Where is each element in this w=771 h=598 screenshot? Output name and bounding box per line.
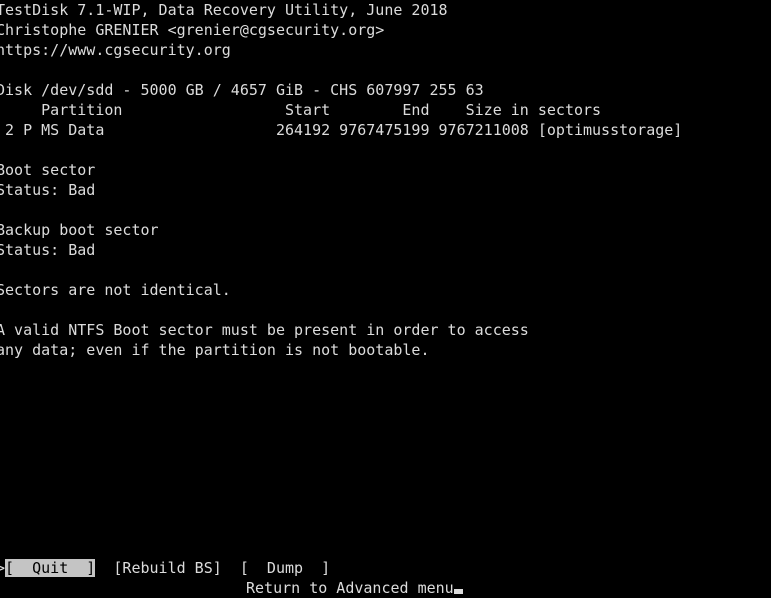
menu-hint-label: Return to Advanced menu	[246, 579, 454, 597]
sectors-comparison-line: Sectors are not identical.	[0, 281, 231, 299]
disk-info-line: Disk /dev/sdd - 5000 GB / 4657 GiB - CHS…	[0, 81, 484, 99]
website-line: https://www.cgsecurity.org	[0, 41, 231, 59]
author-line: Christophe GRENIER <grenier@cgsecurity.o…	[0, 21, 385, 39]
backup-boot-sector-status: Status: Bad	[0, 241, 96, 259]
dump-button[interactable]: [ Dump ]	[240, 559, 330, 577]
boot-sector-status: Status: Bad	[0, 181, 96, 199]
menu-gap-2	[222, 559, 240, 577]
app-title-line: TestDisk 7.1-WIP, Data Recovery Utility,…	[0, 1, 448, 19]
ntfs-warning-line-1: A valid NTFS Boot sector must be present…	[0, 321, 529, 339]
menu-bar: >[ Quit ] [Rebuild BS] [ Dump ]	[0, 558, 330, 578]
rebuild-bs-button[interactable]: [Rebuild BS]	[113, 559, 221, 577]
menu-gap-1	[95, 559, 113, 577]
boot-sector-title: Boot sector	[0, 161, 96, 179]
text-cursor	[453, 589, 463, 594]
quit-button[interactable]: [ Quit ]	[5, 559, 96, 577]
partition-table-header: Partition Start End Size in sectors	[0, 101, 602, 119]
backup-boot-sector-title: Backup boot sector	[0, 221, 159, 239]
terminal-screen: TestDisk 7.1-WIP, Data Recovery Utility,…	[0, 0, 771, 598]
ntfs-warning-line-2: any data; even if the partition is not b…	[0, 341, 430, 359]
menu-hint-row: Return to Advanced menu	[246, 578, 463, 598]
table-row: 2 P MS Data 264192 9767475199 9767211008…	[0, 121, 683, 139]
